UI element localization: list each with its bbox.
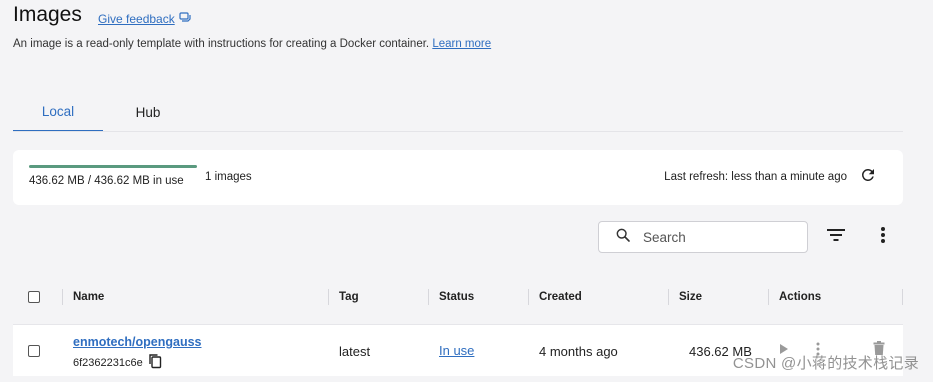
give-feedback-link[interactable]: Give feedback — [98, 11, 191, 26]
created-cell: 4 months ago — [539, 344, 618, 359]
search-icon — [615, 227, 631, 248]
usage-progress-bar — [29, 165, 197, 168]
column-separator — [62, 289, 63, 305]
disk-usage-card: 436.62 MB / 436.62 MB in use 1 images La… — [13, 150, 903, 205]
image-tag: latest — [339, 344, 371, 359]
tab-bar: Local Hub — [13, 92, 193, 132]
last-refresh-text: Last refresh: less than a minute ago — [664, 171, 847, 183]
column-separator — [528, 289, 529, 305]
search-box — [598, 221, 808, 253]
filter-button[interactable] — [824, 226, 848, 248]
table-header: Name Tag Status Created Size Actions — [13, 278, 903, 316]
refresh-button[interactable] — [857, 166, 879, 188]
column-separator — [428, 289, 429, 305]
column-header-name[interactable]: Name — [73, 278, 104, 316]
column-header-actions: Actions — [779, 291, 822, 303]
usage-text: 436.62 MB / 436.62 MB in use — [29, 175, 184, 187]
column-separator — [328, 289, 329, 305]
image-id: 6f2362231c6e — [73, 356, 143, 369]
description-text: An image is a read-only template with in… — [13, 38, 430, 50]
status-link[interactable]: In use — [439, 343, 474, 358]
row-checkbox[interactable] — [28, 345, 40, 357]
column-header-size[interactable]: Size — [679, 278, 702, 316]
row-select-cell — [28, 345, 40, 357]
tabs-divider — [13, 131, 903, 132]
page-description: An image is a read-only template with in… — [13, 38, 491, 50]
image-id-cell: 6f2362231c6e — [73, 353, 162, 372]
select-all-cell — [28, 278, 40, 316]
learn-more-link[interactable]: Learn more — [432, 38, 491, 50]
tab-local[interactable]: Local — [13, 92, 103, 132]
column-separator — [668, 289, 669, 305]
refresh-icon — [859, 166, 877, 189]
feedback-icon — [179, 11, 191, 26]
copy-icon[interactable] — [148, 353, 162, 372]
status-cell: In use — [439, 343, 474, 358]
tab-hub[interactable]: Hub — [103, 92, 193, 132]
column-separator — [902, 289, 903, 305]
give-feedback-label: Give feedback — [98, 11, 175, 26]
column-separator — [768, 289, 769, 305]
image-name-link[interactable]: enmotech/opengauss — [73, 335, 202, 349]
image-name-cell: enmotech/opengauss — [73, 335, 202, 349]
search-input[interactable] — [643, 229, 783, 245]
column-header-tag[interactable]: Tag — [339, 278, 359, 316]
column-header-status[interactable]: Status — [439, 278, 474, 316]
csdn-watermark: CSDN @小蒋的技术栈记录 — [732, 355, 919, 372]
column-header-created[interactable]: Created — [539, 278, 582, 316]
usage-progress-fill — [29, 165, 197, 168]
more-vert-icon — [880, 226, 886, 249]
image-count: 1 images — [205, 171, 252, 183]
page-title: Images — [13, 3, 82, 26]
select-all-checkbox[interactable] — [28, 291, 40, 303]
filter-icon — [826, 227, 846, 248]
more-options-button[interactable] — [873, 226, 893, 248]
